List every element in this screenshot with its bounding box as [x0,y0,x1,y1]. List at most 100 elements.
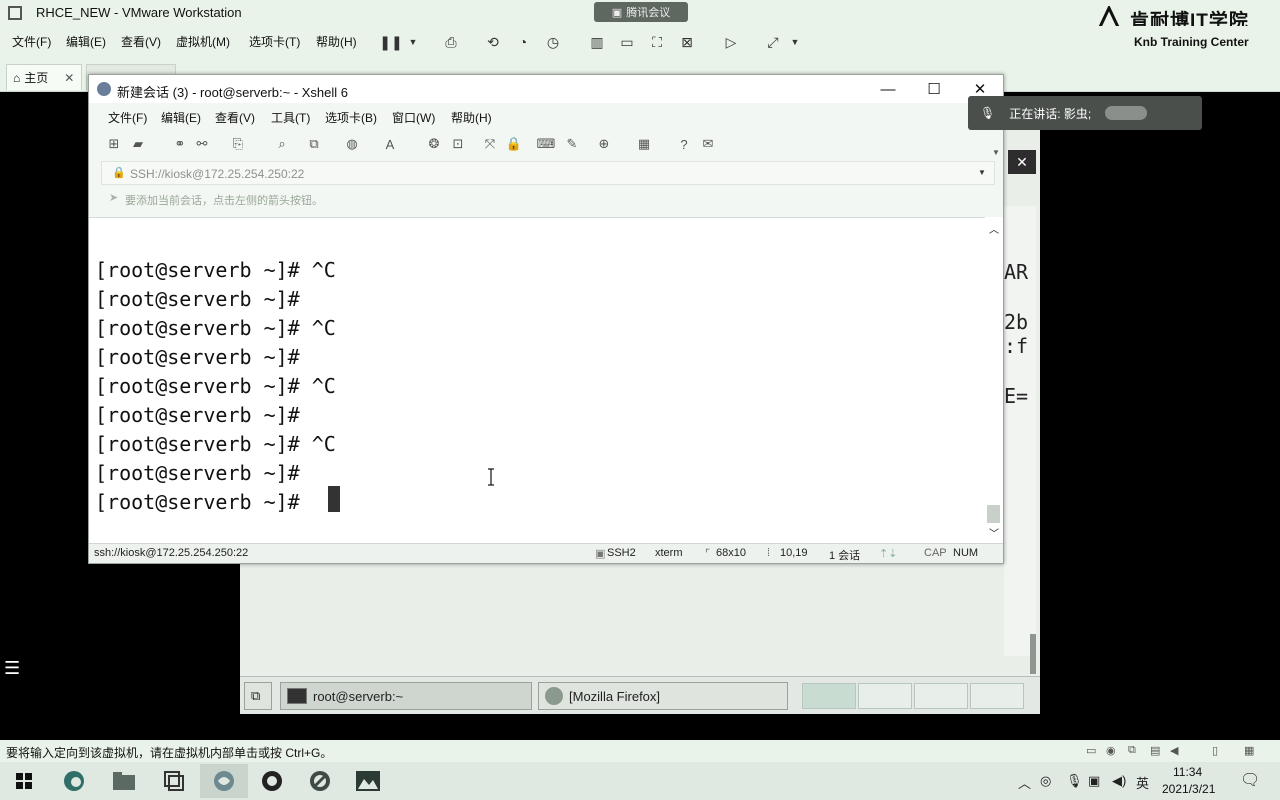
toolbar-chevron-icon[interactable]: ▼ [987,143,1005,161]
stretch-dropdown-icon[interactable]: ▼ [784,31,806,53]
sidebar-toggle-icon[interactable]: ▥ [586,31,608,53]
photos-icon[interactable] [344,764,392,798]
scroll-up-icon[interactable]: ︿ [989,221,999,236]
open-folder-icon[interactable]: ▰ [129,135,147,153]
chat-icon[interactable]: ✉ [699,135,717,153]
revert-snapshot-icon[interactable]: ◔ [512,31,534,53]
message-icon[interactable]: ▦ [1244,744,1258,757]
globe-icon[interactable]: ◍ [343,135,361,153]
disconnect-icon[interactable]: ⚯ [193,135,211,153]
edge-icon[interactable] [50,764,98,798]
tab-home[interactable]: ⌂ 主页 ✕ [6,64,82,90]
unity-icon[interactable]: ⊠ [676,31,698,53]
session-address-bar[interactable]: 🔒 SSH://kiosk@172.25.254.250:22 ▼ [101,161,995,185]
snapshot-icon[interactable]: ⟲ [482,31,504,53]
xs-menu-window[interactable]: 窗口(W) [392,109,435,126]
fullscreen-toggle-icon[interactable]: ⤧ [481,135,499,153]
vm-menu-tabs[interactable]: 选项卡(T) [249,33,300,50]
xshell-window[interactable]: 新建会话 (3) - root@serverb:~ - Xshell 6 — ☐… [88,74,1004,564]
guest-task-terminal[interactable]: root@serverb:~ [280,682,532,710]
tray-volume-icon[interactable]: ◀) [1112,773,1126,789]
tray-mic-icon[interactable]: 🎙 [1066,773,1083,789]
console-icon[interactable]: ▷ [720,31,742,53]
search-icon[interactable]: ⌕ [273,135,291,153]
usb-icon[interactable]: ▤ [1150,744,1164,757]
bg-window-scrollbar[interactable] [1030,634,1036,674]
meeting-badge[interactable]: ▣ 腾讯会议 [594,2,688,22]
xshell-app-icon [97,82,111,96]
vm-menu-vm[interactable]: 虚拟机(M) [176,33,230,50]
terminal-scroll-thumb[interactable] [987,505,1000,523]
font-icon[interactable]: A [381,135,399,153]
address-dropdown-icon[interactable]: ▼ [978,168,986,177]
session-tip-text: 要添加当前会话，点击左侧的箭头按钮。 [125,195,323,207]
file-explorer-icon[interactable] [100,764,148,798]
lock-icon[interactable]: 🔒 [505,135,523,153]
new-session-icon[interactable]: ⊞ [105,135,123,153]
vm-menu-view[interactable]: 查看(V) [121,33,161,50]
xshell-taskbar-icon[interactable] [200,764,248,798]
terminal-scrollbar[interactable]: ︿ ﹀ [985,217,1003,545]
vm-menu-help[interactable]: 帮助(H) [316,33,357,50]
help-icon[interactable]: ? [675,135,693,153]
guest-close-icon[interactable]: ✕ [1008,150,1036,174]
browser-icon[interactable] [296,764,344,798]
tray-expand-icon[interactable]: ︿ [1018,773,1031,792]
keyboard-icon[interactable]: ⌨ [537,135,556,153]
fullscreen-icon[interactable]: ⛶ [646,31,668,53]
ime-indicator[interactable]: 英 [1136,773,1149,792]
clock-time[interactable]: 11:34 [1173,765,1202,779]
workspace-3[interactable] [914,683,968,709]
windows-start-icon[interactable] [0,764,48,798]
network-icon[interactable]: ⧉ [1128,744,1142,756]
maximize-icon[interactable]: ☐ [911,75,957,103]
terminal-line: [root@serverb ~]# [95,345,300,369]
vm-menu-file[interactable]: 文件(F) [12,33,51,50]
sound-icon[interactable]: ◀ [1170,744,1184,757]
scroll-down-icon[interactable]: ﹀ [989,525,999,540]
xs-menu-tools[interactable]: 工具(T) [271,109,310,126]
chevron-down-icon[interactable]: ▼ [402,31,424,53]
workspace-4[interactable] [970,683,1024,709]
thumbnail-icon[interactable]: ▭ [616,31,638,53]
vm-menu-edit[interactable]: 编辑(E) [66,33,106,50]
script-icon[interactable]: ⊡ [449,135,467,153]
guest-task-firefox[interactable]: [Mozilla Firefox] [538,682,788,710]
copy-icon[interactable]: ⧉ [305,135,323,153]
send-keys-icon[interactable]: ⎙ [440,31,462,53]
pause-icon[interactable]: ❚❚ [379,31,402,53]
clock-date[interactable]: 2021/3/21 [1162,782,1215,796]
xftp-icon[interactable]: ❂ [425,135,443,153]
bg-window-text: 2b [1004,310,1029,334]
snapshot-manager-icon[interactable]: ◷ [542,31,564,53]
xs-menu-file[interactable]: 文件(F) [108,109,147,126]
xs-menu-tabs[interactable]: 选项卡(B) [325,109,377,126]
notification-icon[interactable]: 🗨 [1240,770,1260,790]
display-icon[interactable]: ▯ [1212,744,1226,757]
show-desktop-icon[interactable]: ⧉ [244,682,272,710]
menu-icon[interactable]: ☰ [4,658,26,680]
terminal[interactable]: [root@serverb ~]# ^C [root@serverb ~]# [… [89,217,1003,545]
guest-taskbar: ⧉ root@serverb:~ [Mozilla Firefox] [240,676,1040,714]
obs-icon[interactable] [248,764,296,798]
hdd-icon[interactable]: ▭ [1086,744,1100,757]
xs-menu-view[interactable]: 查看(V) [215,109,255,126]
xs-menu-edit[interactable]: 编辑(E) [161,109,201,126]
vmware-taskbar-icon[interactable] [150,764,198,798]
minimize-icon[interactable]: — [865,75,911,103]
stretch-icon[interactable]: ⤢ [762,31,784,53]
reconnect-icon[interactable]: ⎘ [229,135,247,153]
tray-app-icon[interactable]: ◎ [1040,773,1051,789]
new-tab-icon[interactable]: ⊕ [595,135,613,153]
layout-icon[interactable]: ▦ [635,135,653,153]
workspace-1[interactable] [802,683,856,709]
highlight-icon[interactable]: ✎ [563,135,581,153]
xs-menu-help[interactable]: 帮助(H) [451,109,492,126]
connect-icon[interactable]: ⚭ [171,135,189,153]
xshell-titlebar[interactable]: 新建会话 (3) - root@serverb:~ - Xshell 6 — ☐… [89,75,1003,103]
tab-close-icon[interactable]: ✕ [64,71,74,85]
status-cap: CAP [924,547,947,559]
workspace-2[interactable] [858,683,912,709]
tray-network-icon[interactable]: ▣ [1088,773,1100,789]
cd-icon[interactable]: ◉ [1106,744,1120,757]
